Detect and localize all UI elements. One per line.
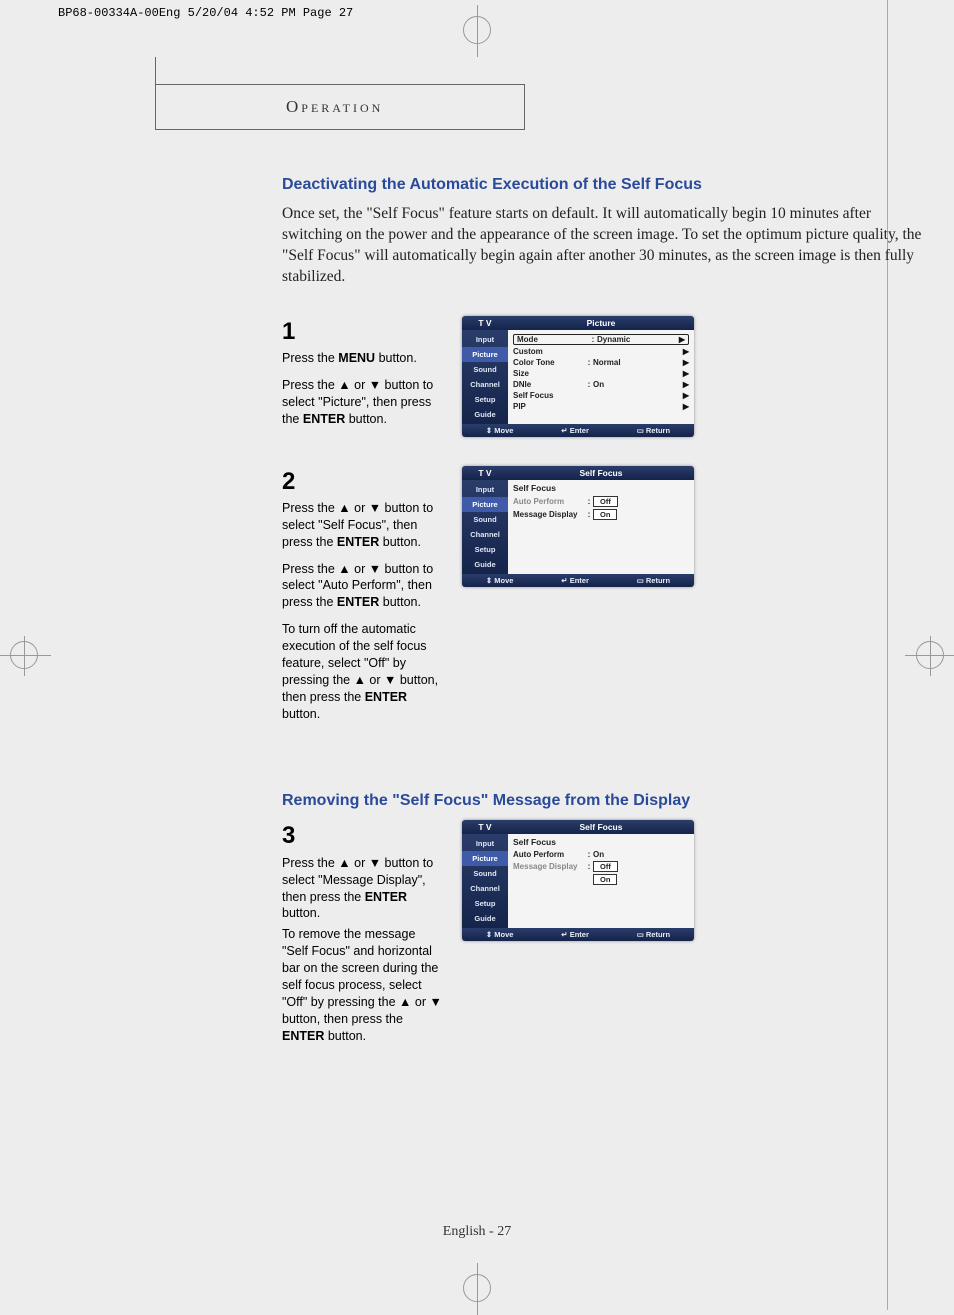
updown-icon: ⇕ bbox=[486, 426, 492, 435]
osd-tv-label: T V bbox=[462, 466, 508, 480]
sidebar-item-setup[interactable]: Setup bbox=[462, 542, 508, 557]
menu-row-dnie[interactable]: DNIe:On▶ bbox=[513, 379, 689, 390]
menu-row-size[interactable]: Size▶ bbox=[513, 368, 689, 379]
menu-row-autoperform[interactable]: Auto Perform:Off bbox=[513, 495, 689, 508]
osd-sidebar: Input Picture Sound Channel Setup Guide bbox=[462, 834, 508, 928]
page-content: Operation Deactivating the Automatic Exe… bbox=[57, 34, 897, 1094]
sidebar-item-sound[interactable]: Sound bbox=[462, 866, 508, 881]
return-icon: ▭ bbox=[637, 426, 644, 435]
menu-row-selffocus[interactable]: Self Focus▶ bbox=[513, 390, 689, 401]
section-header: Operation bbox=[155, 84, 525, 130]
menu-row-autoperform[interactable]: Auto Perform:On bbox=[513, 849, 689, 860]
step-number: 2 bbox=[282, 466, 442, 498]
sidebar-item-guide[interactable]: Guide bbox=[462, 407, 508, 422]
step-number: 1 bbox=[282, 316, 442, 348]
osd-main: Self Focus Auto Perform:Off Message Disp… bbox=[508, 480, 694, 574]
menu-row-custom[interactable]: Custom▶ bbox=[513, 346, 689, 357]
menu-row-pip[interactable]: PIP▶ bbox=[513, 401, 689, 412]
sidebar-item-setup[interactable]: Setup bbox=[462, 392, 508, 407]
enter-icon: ↵ bbox=[561, 426, 567, 435]
submenu-heading: Self Focus bbox=[513, 483, 689, 493]
menu-row-option-on[interactable]: On bbox=[513, 873, 689, 886]
page-footer: English - 27 bbox=[0, 1224, 954, 1240]
sidebar-item-channel[interactable]: Channel bbox=[462, 881, 508, 896]
crop-mark-bottom bbox=[463, 1274, 491, 1302]
submenu-heading: Self Focus bbox=[513, 837, 689, 847]
heading-remove: Removing the "Self Focus" Message from t… bbox=[282, 792, 922, 810]
osd-sidebar: Input Picture Sound Channel Setup Guide bbox=[462, 480, 508, 574]
step-number: 3 bbox=[282, 820, 442, 852]
step-1: 1 Press the MENU button. Press the ▲ or … bbox=[282, 316, 922, 438]
sidebar-item-picture[interactable]: Picture bbox=[462, 347, 508, 362]
osd-main: Self Focus Auto Perform:On Message Displ… bbox=[508, 834, 694, 928]
osd-title: Self Focus bbox=[508, 466, 694, 480]
osd-sidebar: Input Picture Sound Channel Setup Guide bbox=[462, 330, 508, 424]
sidebar-item-sound[interactable]: Sound bbox=[462, 512, 508, 527]
menu-row-colortone[interactable]: Color Tone:Normal▶ bbox=[513, 357, 689, 368]
play-icon: ▶ bbox=[675, 335, 685, 344]
crop-mark-left bbox=[10, 641, 38, 669]
osd-menu-selffocus-1: T V Self Focus Input Picture Sound Chann… bbox=[462, 466, 694, 587]
osd-footer: ⇕ Move ↵ Enter ▭ Return bbox=[462, 424, 694, 437]
return-icon: ▭ bbox=[637, 930, 644, 939]
step-2: 2 Press the ▲ or ▼ button to select "Sel… bbox=[282, 466, 922, 733]
enter-icon: ↵ bbox=[561, 930, 567, 939]
sidebar-item-sound[interactable]: Sound bbox=[462, 362, 508, 377]
sidebar-item-guide[interactable]: Guide bbox=[462, 557, 508, 572]
sidebar-item-setup[interactable]: Setup bbox=[462, 896, 508, 911]
osd-menu-picture: T V Picture Input Picture Sound Channel … bbox=[462, 316, 694, 437]
osd-tv-label: T V bbox=[462, 820, 508, 834]
menu-row-messagedisplay[interactable]: Message Display:Off bbox=[513, 860, 689, 873]
sidebar-item-guide[interactable]: Guide bbox=[462, 911, 508, 926]
heading-deactivate: Deactivating the Automatic Execution of … bbox=[282, 176, 922, 194]
sidebar-item-picture[interactable]: Picture bbox=[462, 497, 508, 512]
osd-title: Self Focus bbox=[508, 820, 694, 834]
return-icon: ▭ bbox=[637, 576, 644, 585]
osd-tv-label: T V bbox=[462, 316, 508, 330]
sidebar-item-input[interactable]: Input bbox=[462, 836, 508, 851]
step-3: 3 Press the ▲ or ▼ button to select "Mes… bbox=[282, 820, 922, 1054]
menu-row-messagedisplay[interactable]: Message Display:On bbox=[513, 508, 689, 521]
sidebar-item-input[interactable]: Input bbox=[462, 482, 508, 497]
sidebar-item-picture[interactable]: Picture bbox=[462, 851, 508, 866]
menu-row-mode[interactable]: Mode:Dynamic▶ bbox=[513, 334, 689, 345]
osd-main: Mode:Dynamic▶ Custom▶ Color Tone:Normal▶… bbox=[508, 330, 694, 424]
sidebar-item-input[interactable]: Input bbox=[462, 332, 508, 347]
section-label: Operation bbox=[286, 97, 383, 117]
sidebar-item-channel[interactable]: Channel bbox=[462, 377, 508, 392]
sidebar-item-channel[interactable]: Channel bbox=[462, 527, 508, 542]
intro-paragraph: Once set, the "Self Focus" feature start… bbox=[282, 204, 922, 288]
osd-menu-selffocus-2: T V Self Focus Input Picture Sound Chann… bbox=[462, 820, 694, 941]
updown-icon: ⇕ bbox=[486, 930, 492, 939]
osd-footer: ⇕ Move ↵ Enter ▭ Return bbox=[462, 928, 694, 941]
osd-title: Picture bbox=[508, 316, 694, 330]
enter-icon: ↵ bbox=[561, 576, 567, 585]
updown-icon: ⇕ bbox=[486, 576, 492, 585]
osd-footer: ⇕ Move ↵ Enter ▭ Return bbox=[462, 574, 694, 587]
